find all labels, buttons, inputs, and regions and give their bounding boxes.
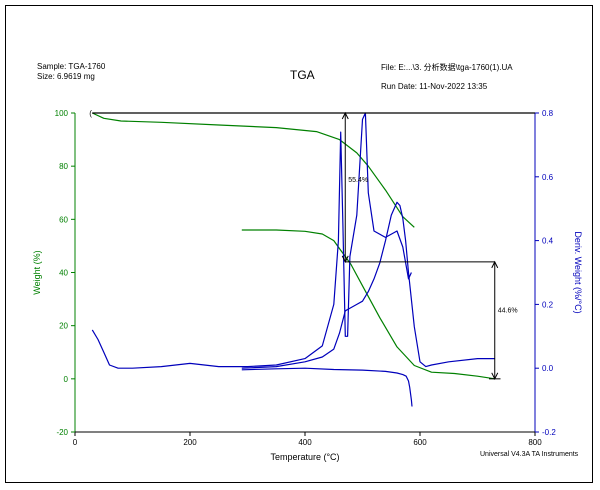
y-tick-label: 20 [59, 322, 68, 331]
x-tick-label: 200 [183, 438, 197, 447]
deriv-curve-2 [91, 112, 412, 369]
tga-chart: 0 200 400 600 800 -20 0 20 40 60 80 100 -0.2 0.0 0.2 0.… [32, 109, 583, 462]
x-tick-label: 800 [528, 438, 542, 447]
annotation-label: 44.6% [498, 307, 518, 314]
annotation-label: 55.4% [348, 177, 368, 184]
y-tick-label: 100 [55, 109, 69, 118]
x-tick-label: 400 [298, 438, 312, 447]
y-tick-label: -20 [56, 428, 68, 437]
y2-tick-label: 0.0 [542, 364, 554, 373]
weight-curve-1 [241, 229, 495, 380]
y2-tick-label: 0.2 [542, 300, 554, 309]
x-axis-label: Temperature (°C) [270, 452, 339, 462]
deriv-curve-3 [241, 201, 495, 369]
y2-tick-label: 0.8 [542, 109, 554, 118]
x-tick-label: 600 [413, 438, 427, 447]
y2-tick-label: 0.4 [542, 237, 554, 246]
y2-axis-label: Deriv. Weight (%/°C) [573, 231, 583, 313]
y2-tick-label: -0.2 [542, 428, 556, 437]
y-tick-label: 40 [59, 269, 68, 278]
deriv-curve-4 [241, 367, 413, 407]
x-tick-label: 0 [73, 438, 78, 447]
y-axis-label: Weight (%) [32, 250, 42, 294]
y2-tick-label: 0.6 [542, 173, 554, 182]
y-tick-label: 80 [59, 162, 68, 171]
y-tick-label: 60 [59, 215, 68, 224]
y-tick-label: 0 [64, 375, 69, 384]
annotation-start-marker: ( [89, 109, 92, 118]
